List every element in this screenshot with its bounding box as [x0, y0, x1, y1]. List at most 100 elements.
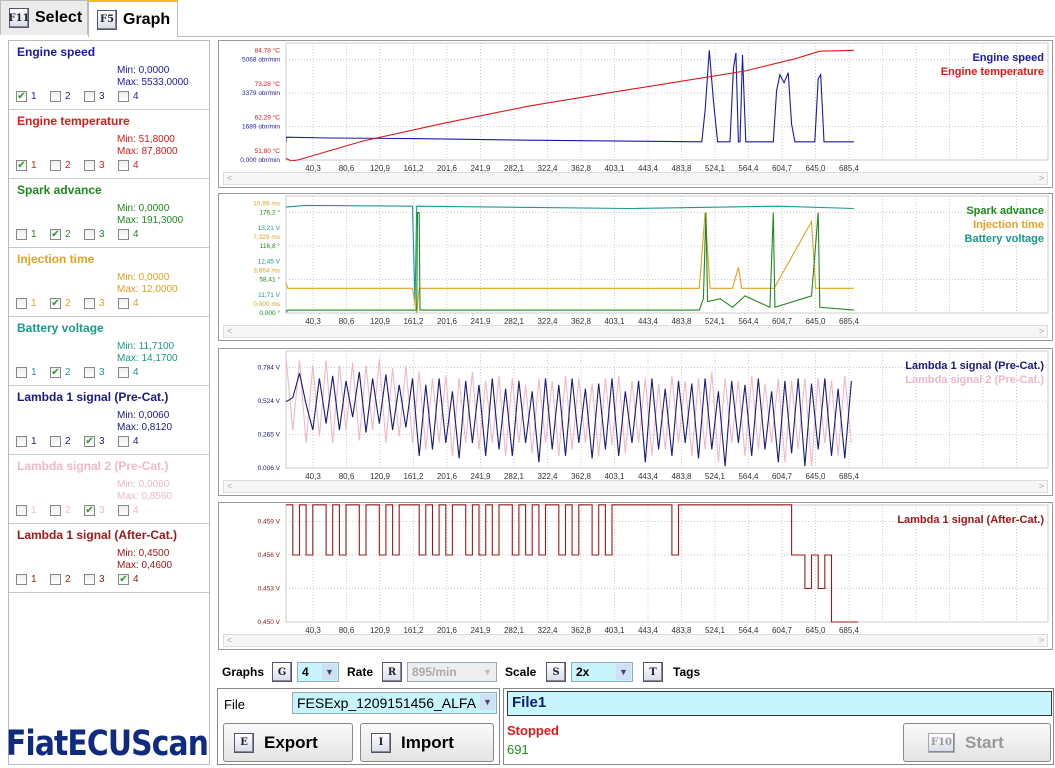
import-button[interactable]: I Import [360, 723, 494, 762]
scroll-left-icon[interactable]: < [227, 326, 232, 336]
signal-min: Min: 0,4500 [117, 548, 170, 559]
scale-key-button[interactable]: S [546, 662, 566, 682]
y-tick-label: 0,784 V [258, 365, 281, 372]
graph-checkbox-2[interactable]: ✔ 2 [50, 367, 84, 378]
rate-label: Rate [347, 665, 374, 679]
scroll-right-icon[interactable]: > [1039, 173, 1044, 183]
graph-checkbox-2[interactable]: ✔ 2 [50, 229, 84, 240]
session-name-field[interactable]: File1 [507, 691, 1052, 716]
scroll-right-icon[interactable]: > [1039, 635, 1044, 645]
checkbox-label: 1 [31, 574, 37, 585]
signal-item: Engine speed Min: 0,0000 Max: 5533,0000 ✔… [9, 41, 209, 110]
checkbox-label: 3 [99, 505, 105, 516]
scroll-left-icon[interactable]: < [227, 635, 232, 645]
signal-range: Min: 0,0000 Max: 12,0000 [117, 272, 178, 296]
graph-checkbox-4[interactable]: ✔ 4 [118, 574, 152, 585]
scroll-right-icon[interactable]: > [1039, 481, 1044, 491]
graph-checkbox-4[interactable]: 4 [118, 229, 152, 240]
graph-checkbox-1[interactable]: 1 [16, 367, 50, 378]
graph-checkbox-1[interactable]: 1 [16, 298, 50, 309]
checkbox-label: 2 [65, 505, 71, 516]
graph-checkbox-2[interactable]: 2 [50, 91, 84, 102]
graph-checkbox-2[interactable]: 2 [50, 505, 84, 516]
checkmark-icon: ✔ [118, 574, 129, 585]
tab-graph-label: Graph [123, 10, 171, 28]
rate-key-button[interactable]: R [382, 662, 402, 682]
graph-checkbox-2[interactable]: ✔ 2 [50, 298, 84, 309]
signal-min: Min: 11,7100 [117, 341, 175, 352]
graphs-select[interactable]: 4 ▼ [297, 662, 339, 682]
import-key-icon: I [371, 732, 391, 753]
tags-label: Tags [673, 665, 701, 679]
graph-checkbox-3[interactable]: 3 [84, 298, 118, 309]
signal-max: Max: 12,0000 [117, 284, 178, 295]
scroll-left-icon[interactable]: < [227, 481, 232, 491]
signal-max: Max: 191,3000 [117, 215, 184, 226]
y-tick-label: 10,99 ms [253, 201, 280, 208]
checkbox-box [50, 505, 61, 516]
y-tick-label: 176,2 ° [259, 209, 280, 217]
graphs-label: Graphs [222, 665, 265, 679]
signal-item: Lambda 1 signal (After-Cat.) Min: 0,4500… [9, 524, 209, 593]
checkbox-box [84, 367, 95, 378]
horizontal-scrollbar[interactable]: < > [223, 325, 1048, 338]
graph-checkbox-2[interactable]: 2 [50, 160, 84, 171]
graph-checkbox-4[interactable]: 4 [118, 91, 152, 102]
tab-graph[interactable]: F5 Graph [88, 0, 178, 37]
y-tick-label: 51,80 °C [255, 147, 281, 155]
export-button[interactable]: E Export [223, 723, 353, 762]
signal-item: Battery voltage Min: 11,7100 Max: 14,1700… [9, 317, 209, 386]
graph-checkbox-4[interactable]: 4 [118, 298, 152, 309]
checkmark-icon: ✔ [50, 229, 61, 240]
y-tick-label: 0,450 V [258, 619, 281, 626]
graph-checkbox-3[interactable]: ✔ 3 [84, 505, 118, 516]
graph-checkbox-2[interactable]: 2 [50, 574, 84, 585]
scroll-right-icon[interactable]: > [1039, 326, 1044, 336]
graph-checkbox-3[interactable]: 3 [84, 229, 118, 240]
scroll-left-icon[interactable]: < [227, 173, 232, 183]
graph-checkbox-1[interactable]: ✔ 1 [16, 91, 50, 102]
graph-checkbox-1[interactable]: 1 [16, 574, 50, 585]
graph-checkbox-1[interactable]: 1 [16, 505, 50, 516]
scale-select[interactable]: 2x ▼ [571, 662, 633, 682]
graph-checkbox-1[interactable]: 1 [16, 229, 50, 240]
y-tick-label: 58,41 ° [259, 276, 280, 284]
checkbox-label: 2 [65, 160, 71, 171]
tags-key-button[interactable]: T [643, 662, 663, 682]
graph-checkbox-4[interactable]: 4 [118, 505, 152, 516]
checkbox-label: 1 [31, 160, 37, 171]
file-select[interactable]: FESExp_1209151456_ALFA ▼ [292, 692, 497, 714]
checkbox-box [84, 160, 95, 171]
graph-checkboxes: 1 2 3 ✔ 4 [16, 574, 152, 585]
graph-checkbox-4[interactable]: 4 [118, 436, 152, 447]
horizontal-scrollbar[interactable]: < > [223, 480, 1048, 493]
tab-select[interactable]: F11 Select [0, 0, 88, 35]
signal-name: Spark advance [17, 183, 102, 197]
graphs-key-button[interactable]: G [272, 662, 292, 682]
graph-legend: Lambda 1 signal (After-Cat.) [897, 513, 1044, 527]
graph-checkbox-1[interactable]: 1 [16, 436, 50, 447]
rate-select: 895/min ▼ [407, 662, 497, 682]
graph-checkbox-1[interactable]: ✔ 1 [16, 160, 50, 171]
y-tick-label: 116,8 ° [260, 242, 281, 250]
checkmark-icon: ✔ [16, 91, 27, 102]
graph-checkbox-3[interactable]: 3 [84, 367, 118, 378]
y-tick-label: 3,664 ms [253, 268, 280, 275]
graph-checkbox-3[interactable]: 3 [84, 160, 118, 171]
graph-plot: 40,3 80,6 120,9 161,2 201,6 241,9 282,1 322,4 36… [253, 195, 1049, 326]
graph-checkbox-2[interactable]: 2 [50, 436, 84, 447]
graph-checkbox-3[interactable]: ✔ 3 [84, 436, 118, 447]
signal-range: Min: 0,0060 Max: 0,8560 [117, 479, 172, 503]
graph-checkbox-3[interactable]: 3 [84, 91, 118, 102]
y-tick-label: 0,000 ms [253, 301, 280, 308]
y-tick-label: 84,78 °C [255, 47, 281, 55]
horizontal-scrollbar[interactable]: < > [223, 634, 1048, 647]
graph-checkbox-3[interactable]: 3 [84, 574, 118, 585]
start-button: F10 Start [903, 723, 1051, 762]
checkbox-label: 4 [133, 367, 139, 378]
graph-checkbox-4[interactable]: 4 [118, 160, 152, 171]
graph-checkbox-4[interactable]: 4 [118, 367, 152, 378]
checkbox-box [118, 160, 129, 171]
horizontal-scrollbar[interactable]: < > [223, 172, 1048, 185]
signal-range: Min: 51,8000 Max: 87,8000 [117, 134, 178, 158]
